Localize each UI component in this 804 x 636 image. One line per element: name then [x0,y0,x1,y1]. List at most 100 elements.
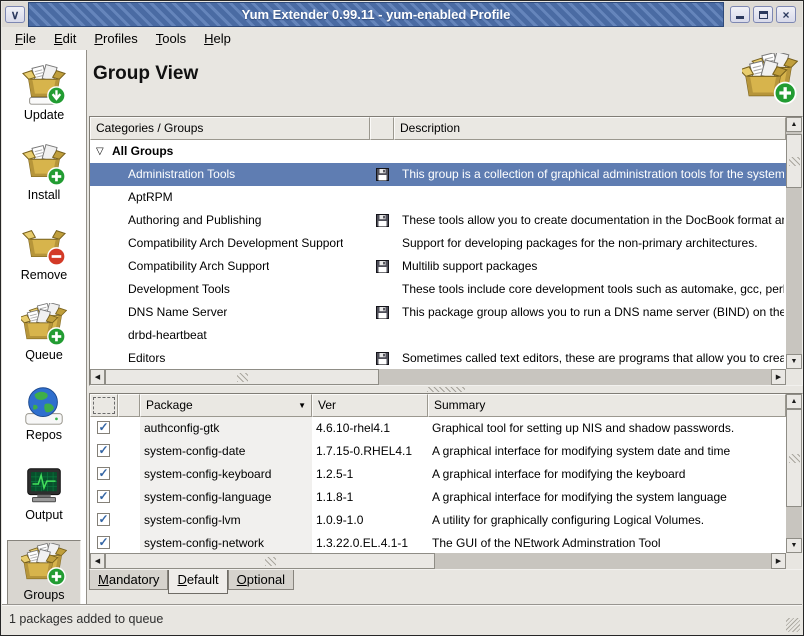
group-label: Compatibility Arch Support [128,255,269,278]
sidebar-item-queue[interactable]: Queue [7,300,81,366]
sidebar-item-remove[interactable]: Remove [7,220,81,286]
menu-file[interactable]: File [6,28,45,49]
group-description: Sometimes called text editors, these are… [402,347,784,369]
package-row[interactable]: ✓ system-config-date 1.7.15-0.RHEL4.1 A … [90,440,786,463]
group-row[interactable]: drbd-heartbeat [90,324,786,347]
repos-globe-icon [21,383,67,427]
scroll-right-icon[interactable]: ▶ [771,369,786,385]
group-row[interactable]: Compatibility Arch Development Support S… [90,232,786,255]
scroll-up-icon[interactable]: ▲ [786,117,802,132]
app-window: ∨ Yum Extender 0.99.11 - yum-enabled Pro… [0,0,804,636]
scrollbar-thumb[interactable] [105,553,435,569]
scroll-right-icon[interactable]: ▶ [771,553,786,569]
groups-boxes-icon [21,543,67,587]
statusbar: 1 packages added to queue [2,604,802,634]
package-row[interactable]: ✓ system-config-network 1.3.22.0.EL.4.1-… [90,532,786,553]
minimize-button[interactable] [730,6,750,23]
tab-optional[interactable]: Optional [228,570,294,590]
package-summary: A graphical interface for modifying the … [432,463,782,486]
group-tree-vertical-scrollbar[interactable]: ▲ ▼ [786,117,802,369]
sidebar-item-label: Queue [25,348,63,362]
resize-grip-icon[interactable] [786,618,800,632]
scrollbar-thumb[interactable] [105,369,379,385]
floppy-disk-icon [376,214,389,227]
sidebar-item-label: Repos [26,428,62,442]
package-checkbox[interactable]: ✓ [97,536,110,549]
group-row-selected[interactable]: Administration Tools This group is a col… [90,163,786,186]
menu-help[interactable]: Help [195,28,240,49]
menu-edit[interactable]: Edit [45,28,85,49]
package-version: 1.3.22.0.EL.4.1-1 [316,532,428,553]
group-row[interactable]: AptRPM [90,186,786,209]
package-row[interactable]: ✓ system-config-language 1.1.8-1 A graph… [90,486,786,509]
package-row[interactable]: ✓ authconfig-gtk 4.6.10-rhel4.1 Graphica… [90,417,786,440]
column-header-package[interactable]: Package▼ [140,394,312,417]
package-version: 1.2.5-1 [316,463,428,486]
package-row[interactable]: ✓ system-config-keyboard 1.2.5-1 A graph… [90,463,786,486]
group-description: These tools include core development too… [402,278,784,301]
package-name: system-config-date [144,440,308,463]
package-checkbox[interactable]: ✓ [97,513,110,526]
group-tree-horizontal-scrollbar[interactable]: ◀ ▶ [90,369,786,385]
tab-default[interactable]: Default [168,570,227,594]
group-row[interactable]: DNS Name Server This package group allow… [90,301,786,324]
menu-tools[interactable]: Tools [147,28,195,49]
column-header-ver[interactable]: Ver [312,394,428,417]
sidebar-item-groups[interactable]: Groups [7,540,81,606]
package-version: 4.6.10-rhel4.1 [316,417,428,440]
column-header-categories-groups[interactable]: Categories / Groups [90,117,370,140]
install-box-icon [21,143,67,187]
scrollbar-thumb[interactable] [786,134,802,188]
menu-profiles[interactable]: Profiles [85,28,146,49]
group-description: These tools allow you to create document… [402,209,784,232]
expander-open-icon[interactable]: ▽ [96,140,104,163]
check-icon: ✓ [98,466,108,480]
queue-boxes-icon [21,303,67,347]
group-row[interactable]: Compatibility Arch Support Multilib supp… [90,255,786,278]
menubar: File Edit Profiles Tools Help [2,27,802,50]
maximize-button[interactable] [753,6,773,23]
column-header-icon[interactable] [118,394,140,417]
column-header-description[interactable]: Description [394,117,786,140]
pane-splitter[interactable] [89,386,803,393]
sidebar-item-update[interactable]: Update [7,60,81,126]
scroll-down-icon[interactable]: ▼ [786,538,802,553]
group-row[interactable]: Editors Sometimes called text editors, t… [90,347,786,369]
sidebar-item-install[interactable]: Install [7,140,81,206]
sidebar-item-output[interactable]: Output [7,460,81,526]
close-button[interactable]: × [776,6,796,23]
sidebar-item-label: Output [25,508,63,522]
group-description: This package group allows you to run a D… [402,301,784,324]
sidebar-item-repos[interactable]: Repos [7,380,81,446]
column-header-checkbox[interactable] [90,394,118,417]
package-name: system-config-language [144,486,308,509]
group-row[interactable]: Authoring and Publishing These tools all… [90,209,786,232]
package-row[interactable]: ✓ system-config-lvm 1.0.9-1.0 A utility … [90,509,786,532]
window-title: Yum Extender 0.99.11 - yum-enabled Profi… [242,7,511,22]
group-label: Administration Tools [128,163,235,186]
package-checkbox[interactable]: ✓ [97,444,110,457]
column-header-summary[interactable]: Summary [428,394,786,417]
package-name: system-config-network [144,532,308,553]
scroll-down-icon[interactable]: ▼ [786,354,802,369]
group-row[interactable]: Development Tools These tools include co… [90,278,786,301]
column-header-icon[interactable] [370,117,394,140]
scroll-left-icon[interactable]: ◀ [90,369,105,385]
package-version: 1.7.15-0.RHEL4.1 [316,440,428,463]
package-checkbox[interactable]: ✓ [97,490,110,503]
floppy-disk-icon [376,260,389,273]
package-checkbox[interactable]: ✓ [97,421,110,434]
package-table-vertical-scrollbar[interactable]: ▲ ▼ [786,394,802,553]
scroll-left-icon[interactable]: ◀ [90,553,105,569]
package-table-horizontal-scrollbar[interactable]: ◀ ▶ [90,553,786,569]
status-message: 1 packages added to queue [9,612,163,626]
tab-mandatory[interactable]: Mandatory [89,570,168,590]
package-checkbox[interactable]: ✓ [97,467,110,480]
scroll-up-icon[interactable]: ▲ [786,394,802,409]
window-menu-button[interactable]: ∨ [5,6,25,23]
scrollbar-thumb[interactable] [786,409,802,507]
group-label: drbd-heartbeat [128,324,207,347]
main-area: Group View Categories / Groups Descripti… [87,50,802,604]
group-row[interactable]: ▽ All Groups [90,140,786,163]
sidebar-item-label: Groups [24,588,65,602]
